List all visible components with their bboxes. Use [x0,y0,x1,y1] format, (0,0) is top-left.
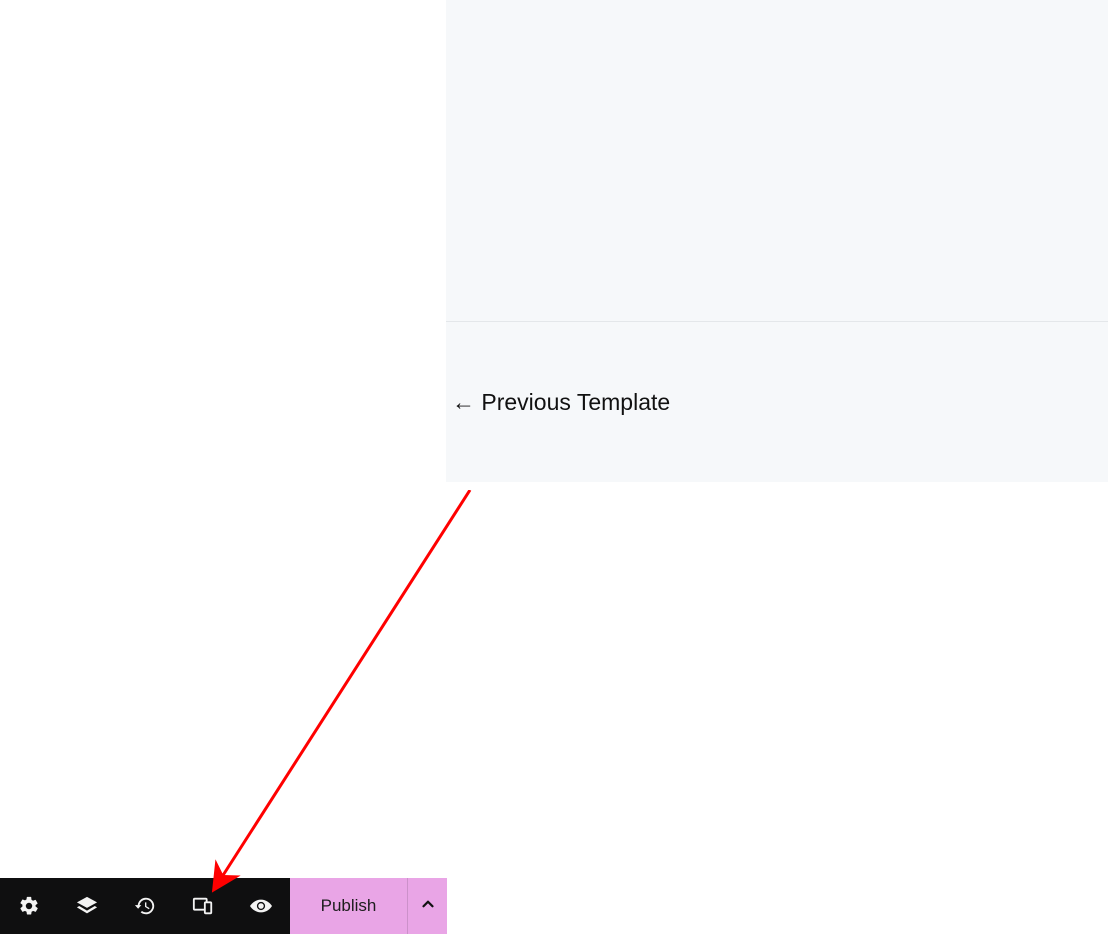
eye-icon [250,895,272,917]
annotation-arrow [210,490,490,900]
layers-icon [76,895,98,917]
template-nav-bar: ← Previous Template [446,322,1108,482]
history-icon [134,895,156,917]
bottom-toolbar: Publish [0,878,447,934]
responsive-icon [192,895,214,917]
responsive-button[interactable] [174,878,232,934]
history-button[interactable] [116,878,174,934]
layers-button[interactable] [58,878,116,934]
publish-options-button[interactable] [407,878,447,934]
canvas-panel [446,0,1108,322]
preview-button[interactable] [232,878,290,934]
publish-label: Publish [321,896,377,916]
settings-button[interactable] [0,878,58,934]
gear-icon [18,895,40,917]
previous-template-link[interactable]: ← Previous Template [452,389,670,416]
chevron-up-icon [419,895,437,918]
toolbar-icon-group [0,878,290,934]
previous-template-label: ← Previous Template [452,389,670,415]
publish-button[interactable]: Publish [290,878,407,934]
